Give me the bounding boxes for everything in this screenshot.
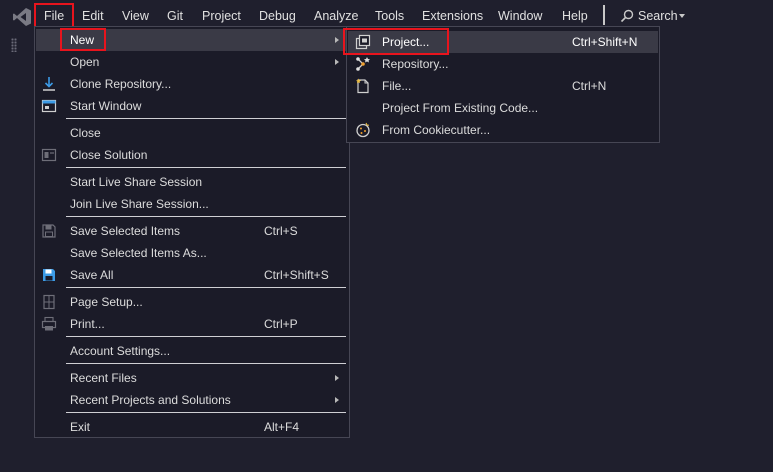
- submenu-item-project[interactable]: Project... Ctrl+Shift+N: [348, 31, 658, 53]
- menu-item-account-settings-label: Account Settings...: [70, 344, 171, 358]
- menu-separator: [66, 118, 346, 119]
- menu-item-clone-label: Clone Repository...: [70, 77, 172, 91]
- chevron-right-icon: [335, 37, 339, 43]
- menu-item-join-live-share[interactable]: Join Live Share Session...: [36, 193, 348, 215]
- cookiecutter-icon: [356, 122, 370, 138]
- submenu-item-project-label: Project...: [382, 35, 430, 49]
- menu-item-exit-shortcut: Alt+F4: [264, 420, 300, 434]
- submenu-item-repository-label: Repository...: [382, 57, 449, 71]
- menu-item-open[interactable]: Open: [36, 51, 348, 73]
- chevron-right-icon: [335, 59, 339, 65]
- menu-item-start-live-share[interactable]: Start Live Share Session: [36, 171, 348, 193]
- menu-item-new-label: New: [70, 33, 95, 47]
- menu-item-close-solution-label: Close Solution: [70, 148, 148, 162]
- download-arrow-icon: [43, 77, 55, 91]
- menu-item-close-label: Close: [70, 126, 101, 140]
- submenu-item-project-from-existing-code[interactable]: Project From Existing Code...: [348, 97, 658, 119]
- menu-separator: [66, 412, 346, 413]
- menu-item-join-live-share-label: Join Live Share Session...: [70, 197, 209, 211]
- new-file-icon: [356, 78, 369, 94]
- submenu-item-repository[interactable]: Repository...: [348, 53, 658, 75]
- menubar-separator: [603, 5, 605, 25]
- menu-item-save-selected[interactable]: Save Selected Items Ctrl+S: [36, 220, 348, 242]
- menu-item-exit-label: Exit: [70, 420, 91, 434]
- menu-item-open-label: Open: [70, 55, 100, 69]
- file-menu: New Open Clone Repository... Start Windo…: [34, 26, 350, 438]
- visual-studio-logo-icon[interactable]: [12, 7, 32, 27]
- chevron-down-icon: [679, 14, 685, 18]
- menu-item-save-selected-shortcut: Ctrl+S: [264, 224, 298, 238]
- menu-item-print-shortcut: Ctrl+P: [264, 317, 298, 331]
- menu-item-recent-files-label: Recent Files: [70, 371, 137, 385]
- menu-item-exit[interactable]: Exit Alt+F4: [36, 416, 348, 438]
- menu-item-start-live-share-label: Start Live Share Session: [70, 175, 203, 189]
- menu-separator: [66, 363, 346, 364]
- close-solution-icon: [41, 148, 57, 162]
- save-icon: [42, 224, 56, 238]
- menu-item-save-selected-label: Save Selected Items: [70, 224, 181, 238]
- new-project-icon: [355, 34, 371, 50]
- submenu-item-project-from-existing-code-label: Project From Existing Code...: [382, 101, 539, 115]
- menu-item-new[interactable]: New: [36, 29, 348, 51]
- menu-item-account-settings[interactable]: Account Settings...: [36, 340, 348, 362]
- search-icon: [620, 9, 634, 23]
- menu-item-print-label: Print...: [70, 317, 105, 331]
- menu-item-print[interactable]: Print... Ctrl+P: [36, 313, 348, 335]
- start-window-icon: [41, 99, 57, 113]
- printer-icon: [41, 316, 57, 331]
- new-repository-icon: [356, 57, 370, 71]
- menu-separator: [66, 336, 346, 337]
- menu-item-recent-projects[interactable]: Recent Projects and Solutions: [36, 389, 348, 411]
- menu-item-start-window[interactable]: Start Window: [36, 95, 348, 117]
- menu-item-save-selected-as[interactable]: Save Selected Items As...: [36, 242, 348, 264]
- new-submenu: Project... Ctrl+Shift+N Repository... Fi…: [346, 26, 660, 143]
- menu-item-close[interactable]: Close: [36, 122, 348, 144]
- menu-item-clone-repository[interactable]: Clone Repository...: [36, 73, 348, 95]
- menu-item-save-all[interactable]: Save All Ctrl+Shift+S: [36, 264, 348, 286]
- menu-item-save-all-shortcut: Ctrl+Shift+S: [264, 268, 329, 282]
- submenu-item-file-label: File...: [382, 79, 412, 93]
- menu-item-page-setup[interactable]: Page Setup...: [36, 291, 348, 313]
- chevron-right-icon: [335, 397, 339, 403]
- menu-item-recent-projects-label: Recent Projects and Solutions: [70, 393, 231, 407]
- menu-item-save-all-label: Save All: [70, 268, 114, 282]
- submenu-item-from-cookiecutter[interactable]: From Cookiecutter...: [348, 119, 658, 141]
- submenu-item-file-shortcut: Ctrl+N: [572, 79, 607, 93]
- submenu-item-file[interactable]: File... Ctrl+N: [348, 75, 658, 97]
- submenu-item-from-cookiecutter-label: From Cookiecutter...: [382, 123, 491, 137]
- menu-item-page-setup-label: Page Setup...: [70, 295, 143, 309]
- toolbar-grip[interactable]: [11, 38, 17, 52]
- menu-separator: [66, 216, 346, 217]
- submenu-item-project-shortcut: Ctrl+Shift+N: [572, 35, 638, 49]
- save-all-icon: [43, 269, 55, 281]
- menu-item-close-solution[interactable]: Close Solution: [36, 144, 348, 166]
- menu-item-recent-files[interactable]: Recent Files: [36, 367, 348, 389]
- menu-item-start-window-label: Start Window: [70, 99, 142, 113]
- menu-item-save-selected-as-label: Save Selected Items As...: [70, 246, 207, 260]
- chevron-right-icon: [335, 375, 339, 381]
- page-setup-icon: [43, 294, 55, 310]
- menu-separator: [66, 167, 346, 168]
- menu-separator: [66, 287, 346, 288]
